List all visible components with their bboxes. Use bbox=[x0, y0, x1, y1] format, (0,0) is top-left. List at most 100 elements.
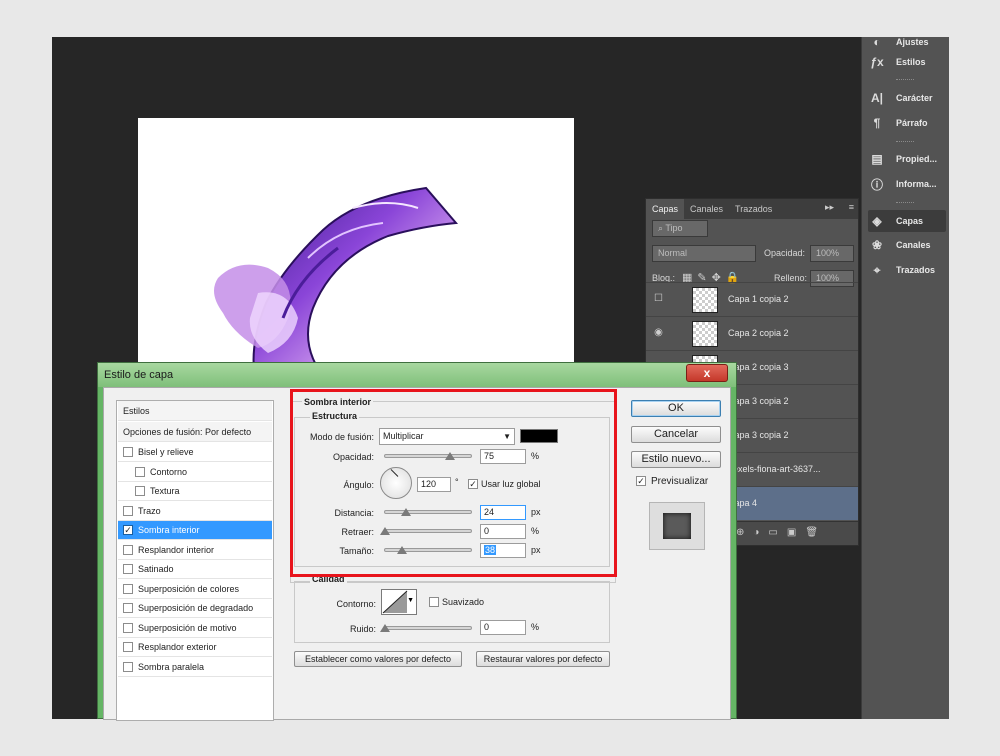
style-item-bisel[interactable]: Bisel y relieve bbox=[118, 443, 272, 462]
channels-icon: ❀ bbox=[871, 238, 883, 252]
layer-filter-select[interactable]: ⌕ Tipo bbox=[652, 220, 708, 237]
contour-curve-icon bbox=[382, 590, 408, 614]
dock-item-estilos[interactable]: ƒx Estilos bbox=[868, 51, 946, 73]
style-item-label: Sombra interior bbox=[138, 525, 200, 535]
style-item-trazo[interactable]: Trazo bbox=[118, 502, 272, 521]
checkbox[interactable] bbox=[123, 545, 133, 555]
layers-panel-tabs: Capas Canales Trazados ▸▸ ≡ bbox=[646, 199, 858, 219]
dock-item-parrafo[interactable]: ¶ Párrafo bbox=[868, 112, 946, 134]
layer-row[interactable]: ◉ Capa 2 copia 2 bbox=[646, 316, 858, 350]
noise-slider[interactable] bbox=[384, 626, 472, 630]
properties-icon: ▤ bbox=[871, 152, 883, 166]
visibility-toggle[interactable]: ☐ bbox=[652, 293, 665, 305]
noise-field[interactable]: 0 bbox=[480, 620, 526, 635]
style-item-label: Bisel y relieve bbox=[138, 447, 194, 457]
checkbox[interactable] bbox=[123, 623, 133, 633]
checkbox[interactable] bbox=[123, 662, 133, 672]
preview-label: Previsualizar bbox=[651, 476, 709, 487]
noise-slider-thumb[interactable] bbox=[380, 624, 390, 632]
contour-label: Contorno: bbox=[336, 599, 376, 609]
layer-name: Capa 2 copia 3 bbox=[728, 362, 789, 372]
close-button[interactable]: x bbox=[686, 364, 728, 382]
contour-picker[interactable]: ▼ bbox=[381, 589, 417, 615]
layer-opacity-field[interactable]: 100% bbox=[810, 245, 854, 262]
dock-item-label: Capas bbox=[896, 216, 924, 226]
new-style-button[interactable]: Estilo nuevo... bbox=[631, 451, 721, 468]
layer-name: Capa 3 copia 2 bbox=[728, 396, 789, 406]
eye-icon[interactable]: ◉ bbox=[652, 327, 665, 339]
dock-item-label: Canales bbox=[896, 240, 931, 250]
layer-actions-icons[interactable]: ⊕◑▭▣🗑 bbox=[736, 527, 827, 538]
paragraph-icon: ¶ bbox=[873, 116, 881, 130]
tab-trazados[interactable]: Trazados bbox=[729, 199, 778, 219]
checkbox[interactable] bbox=[123, 603, 133, 613]
layer-name: Capa 2 copia 2 bbox=[728, 328, 789, 338]
layer-row[interactable]: ☐ Capa 1 copia 2 bbox=[646, 282, 858, 316]
checkbox[interactable] bbox=[123, 642, 133, 652]
dock-item-label: Carácter bbox=[896, 93, 933, 103]
collapse-icon[interactable]: ▸▸ bbox=[825, 202, 834, 213]
dock-item-ajustes[interactable]: ◐ Ajustes bbox=[868, 31, 946, 53]
layer-name: Capa 3 copia 2 bbox=[728, 430, 789, 440]
style-item-label: Textura bbox=[150, 486, 180, 496]
tab-canales[interactable]: Canales bbox=[684, 199, 729, 219]
percent-unit: % bbox=[531, 622, 540, 632]
paths-icon: ⌖ bbox=[873, 262, 881, 277]
adjustments-icon: ◐ bbox=[873, 35, 881, 49]
checkbox[interactable] bbox=[135, 467, 145, 477]
style-item-superposicion-colores[interactable]: Superposición de colores bbox=[118, 580, 272, 599]
blend-options-item[interactable]: Opciones de fusión: Por defecto bbox=[118, 422, 272, 442]
cancel-button[interactable]: Cancelar bbox=[631, 426, 721, 443]
style-item-label: Resplandor interior bbox=[138, 545, 215, 555]
panel-menu-icon[interactable]: ≡ bbox=[849, 202, 854, 212]
style-list-header[interactable]: Estilos bbox=[118, 401, 272, 421]
style-item-sombra-paralela[interactable]: Sombra paralela bbox=[118, 658, 272, 677]
dock-item-label: Trazados bbox=[896, 265, 936, 275]
checkbox[interactable] bbox=[123, 584, 133, 594]
document-canvas[interactable] bbox=[138, 118, 574, 382]
highlight-box bbox=[290, 389, 617, 577]
layer-opacity-label: Opacidad: bbox=[764, 248, 806, 258]
dock-item-label: Propied... bbox=[896, 154, 938, 164]
make-default-button[interactable]: Establecer como valores por defecto bbox=[294, 651, 462, 667]
style-item-label: Superposición de colores bbox=[138, 584, 240, 594]
layers-icon: ◈ bbox=[872, 214, 882, 228]
layer-thumbnail bbox=[692, 287, 718, 313]
info-icon: ⓘ bbox=[870, 177, 883, 192]
dock-item-caracter[interactable]: A| Carácter bbox=[868, 87, 946, 109]
checkbox[interactable] bbox=[135, 486, 145, 496]
dock-item-informacion[interactable]: ⓘ Informa... bbox=[868, 173, 946, 195]
dock-item-label: Estilos bbox=[896, 57, 926, 67]
style-item-satinado[interactable]: Satinado bbox=[118, 560, 272, 579]
style-item-sombra-interior[interactable]: ✓ Sombra interior bbox=[118, 521, 272, 540]
ok-button[interactable]: OK bbox=[631, 400, 721, 417]
checkbox[interactable] bbox=[123, 564, 133, 574]
style-item-superposicion-motivo[interactable]: Superposición de motivo bbox=[118, 619, 272, 638]
style-item-textura[interactable]: Textura bbox=[118, 482, 272, 501]
dock-divider bbox=[896, 202, 914, 203]
layer-blend-mode-select[interactable]: Normal bbox=[652, 245, 756, 262]
style-item-resplandor-interior[interactable]: Resplandor interior bbox=[118, 541, 272, 560]
dock-item-label: Informa... bbox=[896, 179, 937, 189]
checkbox[interactable] bbox=[123, 447, 133, 457]
style-item-label: Contorno bbox=[150, 467, 188, 477]
dock-item-canales[interactable]: ❀ Canales bbox=[868, 234, 946, 256]
tab-capas[interactable]: Capas bbox=[646, 199, 685, 219]
antialias-checkbox[interactable] bbox=[429, 597, 439, 607]
preview-checkbox[interactable]: ✓ bbox=[636, 476, 646, 486]
preview-swatch bbox=[663, 513, 691, 539]
layer-name: pexels-fiona-art-3637... bbox=[728, 464, 821, 474]
dialog-titlebar[interactable]: Estilo de capa x bbox=[98, 363, 736, 387]
reset-default-button[interactable]: Restaurar valores por defecto bbox=[476, 651, 610, 667]
style-item-resplandor-exterior[interactable]: Resplandor exterior bbox=[118, 638, 272, 657]
dock-item-capas[interactable]: ◈ Capas bbox=[868, 210, 946, 232]
antialias-label: Suavizado bbox=[442, 597, 485, 607]
style-item-label: Sombra paralela bbox=[138, 662, 205, 672]
dock-divider bbox=[896, 79, 914, 80]
checkbox-checked[interactable]: ✓ bbox=[123, 525, 133, 535]
style-item-contorno[interactable]: Contorno bbox=[118, 463, 272, 482]
dock-item-trazados[interactable]: ⌖ Trazados bbox=[868, 259, 946, 281]
style-item-superposicion-degradado[interactable]: Superposición de degradado bbox=[118, 599, 272, 618]
dock-item-propiedades[interactable]: ▤ Propied... bbox=[868, 148, 946, 170]
checkbox[interactable] bbox=[123, 506, 133, 516]
